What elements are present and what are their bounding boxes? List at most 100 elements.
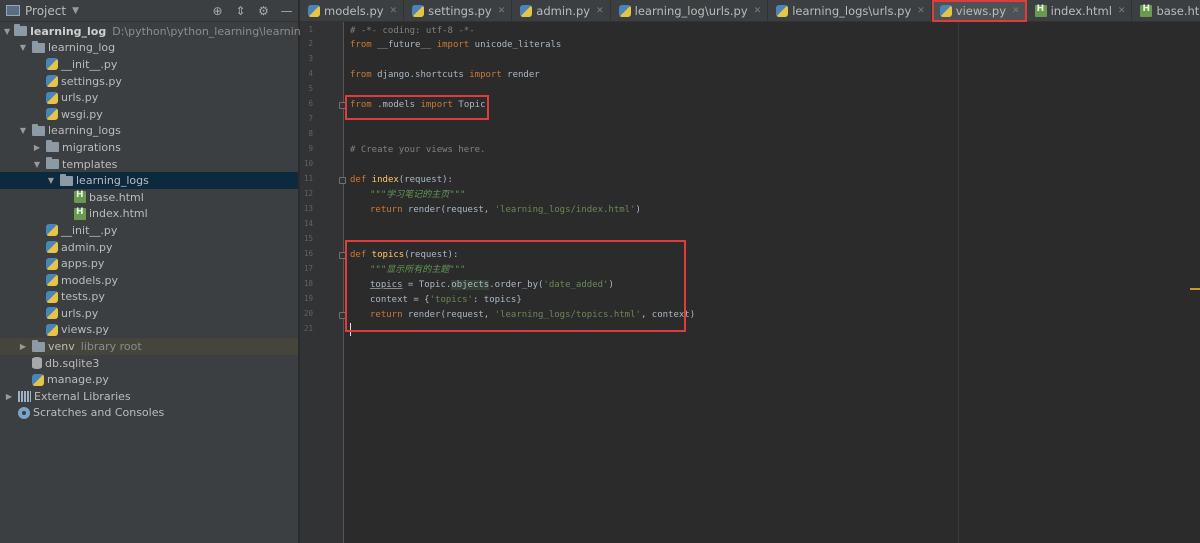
tree-item[interactable]: ▶ External Libraries bbox=[0, 388, 298, 405]
annotation-box-import bbox=[345, 95, 489, 120]
fold-marker-icon[interactable] bbox=[339, 177, 346, 184]
tree-item[interactable]: ▶__init__.py bbox=[0, 222, 298, 239]
expand-arrow-icon[interactable]: ▼ bbox=[4, 27, 10, 36]
tree-item-label: urls.py bbox=[61, 91, 99, 105]
python-file-icon bbox=[46, 108, 58, 121]
locate-icon[interactable]: ⊕ bbox=[206, 4, 229, 18]
editor-tab[interactable]: views.py ✕ bbox=[931, 0, 1027, 22]
tab-label: learning_logs\urls.py bbox=[792, 4, 912, 18]
line-number: 12 bbox=[303, 189, 313, 198]
expand-arrow-icon[interactable]: ▼ bbox=[18, 126, 28, 135]
close-icon[interactable]: ✕ bbox=[498, 6, 506, 16]
collapse-arrow-icon[interactable]: ▶ bbox=[32, 143, 42, 152]
tree-item-label: templates bbox=[62, 157, 118, 171]
tree-item[interactable]: ▶tests.py bbox=[0, 289, 298, 306]
tree-item[interactable]: ▶ venv library root bbox=[0, 338, 298, 355]
editor-tab[interactable]: settings.py ✕ bbox=[404, 0, 513, 22]
line-number: 10 bbox=[303, 159, 313, 168]
import-name: unicode_literals bbox=[469, 40, 562, 50]
project-panel-title[interactable]: Project bbox=[25, 4, 66, 18]
line-number: 7 bbox=[308, 114, 313, 123]
keyword: import bbox=[436, 40, 470, 50]
tree-item[interactable]: ▶Scratches and Consoles bbox=[0, 405, 298, 422]
python-file-icon bbox=[46, 241, 58, 254]
tree-item-label: learning_log bbox=[48, 41, 116, 55]
tree-item[interactable]: ▼ templates bbox=[0, 156, 298, 173]
code-line-9[interactable]: # Create your views here. bbox=[350, 143, 485, 157]
scrollbar-marker[interactable] bbox=[1190, 288, 1200, 290]
python-file-icon bbox=[46, 58, 58, 71]
folder-icon bbox=[46, 157, 59, 170]
tree-item[interactable]: ▶settings.py bbox=[0, 73, 298, 90]
editor-tab[interactable]: base.html✕ bbox=[1132, 0, 1200, 22]
tab-label: base.html bbox=[1156, 4, 1200, 18]
code-line-11[interactable]: def index(request): bbox=[350, 173, 453, 187]
python-file-icon bbox=[46, 323, 58, 336]
keyword: from bbox=[350, 70, 372, 80]
tab-label: index.html bbox=[1050, 4, 1112, 18]
hide-icon[interactable]: — bbox=[275, 4, 298, 18]
expand-arrow-icon[interactable]: ▼ bbox=[32, 160, 42, 169]
collapse-arrow-icon[interactable]: ▶ bbox=[4, 392, 14, 401]
tree-item[interactable]: ▶wsgi.py bbox=[0, 106, 298, 123]
tree-item[interactable]: ▶db.sqlite3 bbox=[0, 355, 298, 372]
editor-tab[interactable]: learning_logs\urls.py ✕ bbox=[768, 0, 932, 22]
collapse-all-icon[interactable]: ⇕ bbox=[229, 4, 252, 18]
import-name: render bbox=[501, 70, 540, 80]
tab-label: views.py bbox=[955, 4, 1007, 18]
tree-item[interactable]: ▶urls.py bbox=[0, 89, 298, 106]
tree-item[interactable]: ▶models.py bbox=[0, 272, 298, 289]
close-icon[interactable]: ✕ bbox=[917, 6, 925, 16]
tree-item[interactable]: ▶admin.py bbox=[0, 239, 298, 256]
keyword: return bbox=[370, 205, 403, 215]
tree-item-label: admin.py bbox=[61, 240, 113, 254]
python-file-icon bbox=[520, 5, 533, 17]
tree-item[interactable]: ▶apps.py bbox=[0, 255, 298, 272]
tree-item[interactable]: ▼ learning_logs bbox=[0, 172, 298, 189]
tree-item[interactable]: ▶base.html bbox=[0, 189, 298, 206]
python-file-icon bbox=[46, 91, 58, 104]
close-icon[interactable]: ✕ bbox=[754, 6, 762, 16]
code-editor[interactable]: 1 2 3 4 5 6 7 8 9 10 11 12 13 14 15 16 17 18 19 20 21 # -*- … bbox=[300, 22, 1200, 543]
tree-item[interactable]: ▼ learning_logs bbox=[0, 123, 298, 140]
editor-tab[interactable]: models.py ✕ bbox=[300, 0, 405, 22]
line-number: 1 bbox=[308, 25, 313, 34]
tree-item-label: learning_logs bbox=[48, 124, 121, 138]
line-number: 17 bbox=[303, 264, 313, 273]
tree-item[interactable]: ▶index.html bbox=[0, 206, 298, 223]
tree-item[interactable]: ▼ learning_log bbox=[0, 40, 298, 57]
tree-item[interactable]: ▶urls.py bbox=[0, 305, 298, 322]
code-line-13[interactable]: return render(request, 'learning_logs/in… bbox=[370, 203, 641, 217]
code-line-12[interactable]: """学习笔记的主页""" bbox=[370, 188, 466, 202]
close-icon[interactable]: ✕ bbox=[596, 6, 604, 16]
close-icon[interactable]: ✕ bbox=[390, 6, 398, 16]
editor-tab-bar: models.py ✕ settings.py ✕ admin.py ✕ learning_… bbox=[300, 0, 1200, 22]
expand-arrow-icon[interactable]: ▼ bbox=[46, 176, 56, 185]
editor-tab[interactable]: admin.py ✕ bbox=[512, 0, 611, 22]
html-file-icon bbox=[74, 190, 86, 204]
gear-icon[interactable]: ⚙ bbox=[252, 4, 275, 18]
collapse-arrow-icon[interactable]: ▶ bbox=[18, 342, 28, 351]
line-number: 9 bbox=[308, 144, 313, 153]
tree-item[interactable]: ▶__init__.py bbox=[0, 56, 298, 73]
close-icon[interactable]: ✕ bbox=[1118, 6, 1126, 16]
html-file-icon bbox=[1140, 4, 1153, 17]
editor-tab[interactable]: learning_log\urls.py ✕ bbox=[611, 0, 769, 22]
code-line-1[interactable]: # -*- coding: utf-8 -*- bbox=[350, 24, 475, 38]
tab-label: settings.py bbox=[428, 4, 492, 18]
expand-arrow-icon[interactable]: ▼ bbox=[18, 43, 28, 52]
tree-item-label: Scratches and Consoles bbox=[33, 406, 165, 420]
editor-tab[interactable]: index.html ✕ bbox=[1027, 0, 1133, 22]
tree-item[interactable]: ▶views.py bbox=[0, 322, 298, 339]
code-line-4[interactable]: from django.shortcuts import render bbox=[350, 68, 540, 82]
library-icon bbox=[18, 390, 31, 402]
tree-item[interactable]: ▶manage.py bbox=[0, 371, 298, 388]
tree-item[interactable]: ▶ migrations bbox=[0, 139, 298, 156]
annotation-box-topics-function bbox=[345, 240, 686, 332]
chevron-down-icon[interactable]: ▼ bbox=[72, 6, 79, 16]
code-text: render(request, bbox=[402, 205, 495, 215]
close-icon[interactable]: ✕ bbox=[1012, 6, 1020, 16]
tree-item[interactable]: ▼ learning_log D:\python\python_learning\l… bbox=[0, 23, 330, 40]
line-number: 8 bbox=[308, 129, 313, 138]
code-line-2[interactable]: from __future__ import unicode_literals bbox=[350, 38, 561, 52]
